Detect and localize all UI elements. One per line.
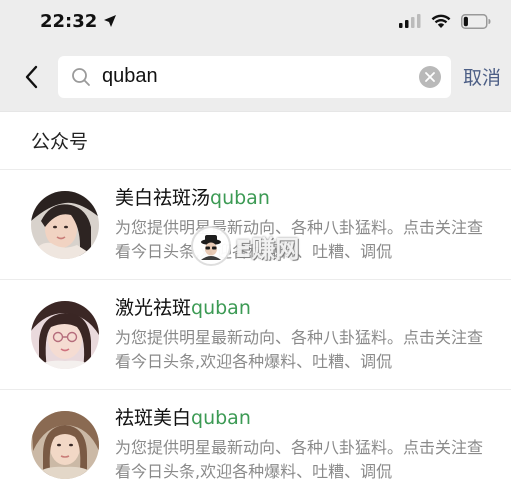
watermark-text: E赚网 xyxy=(235,234,300,263)
result-name: 激光祛斑quban xyxy=(115,296,495,320)
watermark: E赚网 xyxy=(191,226,299,266)
location-arrow-icon xyxy=(103,14,117,28)
back-button[interactable] xyxy=(18,63,46,91)
chevron-left-icon xyxy=(25,65,39,89)
cellular-signal-icon xyxy=(399,14,421,28)
avatar xyxy=(31,410,99,479)
clear-search-button[interactable] xyxy=(418,65,441,88)
avatar-female-3-image xyxy=(31,410,99,479)
result-name-keyword: quban xyxy=(191,296,251,319)
list-item[interactable]: 激光祛斑quban 为您提供明星最新动向、各种八卦猛料。点击关注查看今日头条,欢… xyxy=(0,280,511,390)
result-name: 祛斑美白quban xyxy=(115,406,495,430)
list-item[interactable]: 祛斑美白quban 为您提供明星最新动向、各种八卦猛料。点击关注查看今日头条,欢… xyxy=(0,390,511,482)
battery-icon xyxy=(461,13,491,29)
app-window: 22:32 quban 取消 公众号 美白祛斑汤quban 为您提供明星最新动向… xyxy=(0,0,511,482)
search-bar: 取消 xyxy=(0,42,511,112)
battery-level-fill xyxy=(463,16,468,26)
result-name-keyword: quban xyxy=(191,406,251,429)
result-name: 美白祛斑汤quban xyxy=(115,186,495,210)
result-text: 激光祛斑quban 为您提供明星最新动向、各种八卦猛料。点击关注查看今日头条,欢… xyxy=(115,296,495,374)
result-description: 为您提供明星最新动向、各种八卦猛料。点击关注查看今日头条,欢迎各种爆料、吐糟、调… xyxy=(115,217,484,261)
cancel-button[interactable]: 取消 xyxy=(463,63,501,90)
avatar-female-2-image xyxy=(31,300,99,369)
result-name-prefix: 激光祛斑 xyxy=(115,296,192,319)
result-name-keyword: quban xyxy=(210,186,270,209)
result-name-prefix: 美白祛斑汤 xyxy=(115,186,211,209)
status-time-group: 22:32 xyxy=(40,11,117,32)
result-text: 美白祛斑汤quban 为您提供明星最新动向、各种八卦猛料。点击关注查看今日头条,… xyxy=(115,186,495,264)
avatar-female-1-image xyxy=(31,190,99,259)
avatar xyxy=(31,300,99,369)
result-name-prefix: 祛斑美白 xyxy=(115,406,192,429)
status-time: 22:32 xyxy=(40,10,98,32)
avatar xyxy=(31,190,99,259)
search-box[interactable] xyxy=(58,55,451,98)
status-bar: 22:32 xyxy=(0,0,511,42)
search-icon xyxy=(70,66,92,88)
wifi-icon xyxy=(431,14,451,29)
status-icons xyxy=(399,13,491,29)
watermark-logo-icon xyxy=(191,226,231,266)
result-list: 美白祛斑汤quban 为您提供明星最新动向、各种八卦猛料。点击关注查看今日头条,… xyxy=(0,170,511,482)
result-text: 祛斑美白quban 为您提供明星最新动向、各种八卦猛料。点击关注查看今日头条,欢… xyxy=(115,406,495,482)
close-icon xyxy=(425,71,435,82)
section-title-official-accounts: 公众号 xyxy=(0,112,511,170)
search-input[interactable] xyxy=(100,64,419,89)
result-description: 为您提供明星最新动向、各种八卦猛料。点击关注查看今日头条,欢迎各种爆料、吐糟、调… xyxy=(115,437,484,481)
result-description: 为您提供明星最新动向、各种八卦猛料。点击关注查看今日头条,欢迎各种爆料、吐糟、调… xyxy=(115,327,484,371)
